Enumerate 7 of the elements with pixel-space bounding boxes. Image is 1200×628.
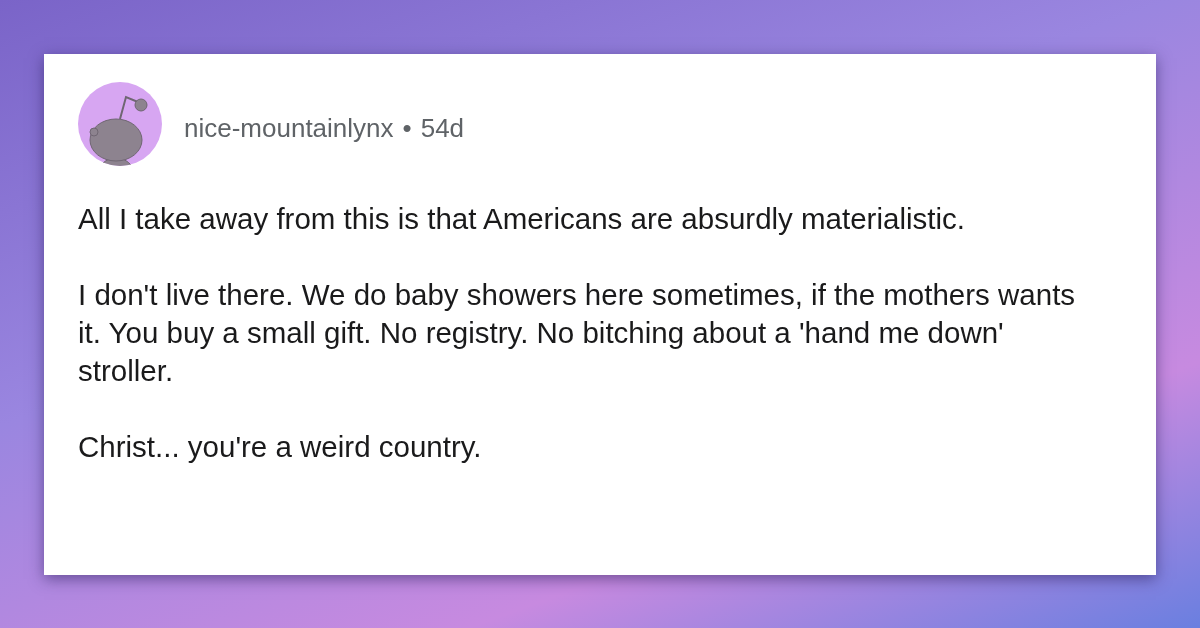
comment-paragraph: All I take away from this is that Americans are absurdly materialistic. [78,201,966,237]
username[interactable]: nice-mountainlynx [184,112,394,144]
comment-paragraph: I don't live there. We do baby showers here sometimes, if the mothers wants it. You buy a small gift. No registry. No bitching about a 'hand me down' stroller. [78,277,1077,389]
separator-dot: • [402,112,412,144]
comment-age: 54d [420,112,465,144]
comment-paragraph: Christ... you're a weird country. [78,429,483,465]
avatar-icon [78,82,162,166]
